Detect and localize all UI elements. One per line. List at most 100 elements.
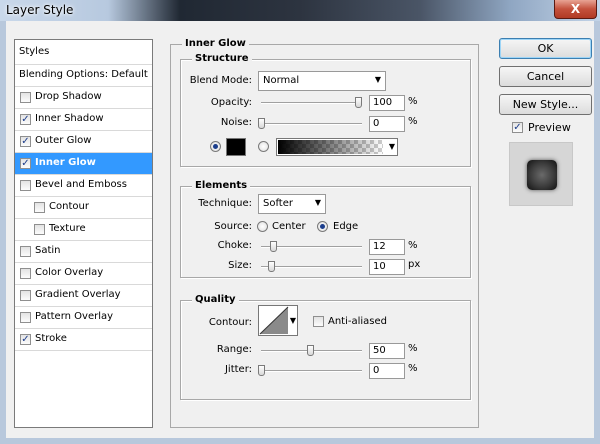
style-item-label: Inner Shadow: [35, 113, 104, 124]
style-checkbox[interactable]: ✓: [20, 334, 31, 345]
contour-curve-icon: [259, 306, 289, 335]
jitter-input[interactable]: 0: [369, 363, 405, 379]
style-checkbox[interactable]: [34, 224, 45, 235]
anti-aliased-checkbox[interactable]: [313, 316, 324, 327]
style-item-label: Bevel and Emboss: [35, 179, 127, 190]
color-radio[interactable]: [210, 141, 221, 152]
choke-slider-thumb[interactable]: [270, 241, 277, 252]
jitter-unit: %: [408, 363, 418, 374]
noise-slider-thumb[interactable]: [258, 118, 265, 129]
dialog-body: Styles Blending Options: Default Drop Sh…: [6, 21, 594, 438]
style-item-drop-shadow[interactable]: Drop Shadow: [15, 87, 152, 109]
opacity-slider-thumb[interactable]: [355, 97, 362, 108]
styles-list: Styles Blending Options: Default Drop Sh…: [14, 39, 153, 428]
blend-mode-select[interactable]: Normal ▼: [258, 71, 386, 91]
range-input[interactable]: 50: [369, 343, 405, 359]
style-item-gradient-overlay[interactable]: Gradient Overlay: [15, 285, 152, 307]
source-edge-label[interactable]: Edge: [333, 221, 358, 232]
preview-label[interactable]: Preview: [528, 121, 571, 134]
jitter-slider-thumb[interactable]: [258, 365, 265, 376]
style-checkbox[interactable]: ✓: [20, 158, 31, 169]
size-label: Size:: [228, 260, 252, 271]
gradient-radio[interactable]: [258, 141, 269, 152]
blending-options-item[interactable]: Blending Options: Default: [15, 65, 152, 87]
blend-mode-label: Blend Mode:: [189, 75, 252, 86]
jitter-slider-track[interactable]: [261, 370, 362, 372]
panel-title: Inner Glow: [182, 38, 249, 49]
noise-label: Noise:: [220, 117, 252, 128]
style-checkbox[interactable]: ✓: [20, 114, 31, 125]
technique-label: Technique:: [198, 198, 252, 209]
gradient-picker[interactable]: ▼: [276, 138, 398, 156]
style-checkbox[interactable]: [20, 92, 31, 103]
style-checkbox[interactable]: [20, 246, 31, 257]
choke-input[interactable]: 12: [369, 239, 405, 255]
size-slider-thumb[interactable]: [268, 261, 275, 272]
noise-unit: %: [408, 116, 418, 127]
style-checkbox[interactable]: ✓: [20, 136, 31, 147]
close-button[interactable]: X: [554, 0, 597, 19]
chevron-down-icon: ▼: [388, 142, 395, 151]
style-checkbox[interactable]: [20, 180, 31, 191]
quality-title: Quality: [192, 294, 239, 305]
preview-checkbox[interactable]: ✓: [512, 122, 523, 133]
opacity-unit: %: [408, 96, 418, 107]
style-checkbox[interactable]: [20, 268, 31, 279]
style-item-label: Color Overlay: [35, 267, 104, 278]
choke-label: Choke:: [217, 240, 252, 251]
source-center-label[interactable]: Center: [272, 221, 306, 232]
preview-thumbnail: [509, 142, 573, 206]
elements-title: Elements: [192, 180, 251, 191]
source-edge-radio[interactable]: [317, 221, 328, 232]
style-item-outer-glow[interactable]: ✓ Outer Glow: [15, 131, 152, 153]
opacity-input[interactable]: 100: [369, 95, 405, 111]
anti-aliased-label[interactable]: Anti-aliased: [328, 316, 387, 327]
contour-picker[interactable]: ▼: [258, 305, 298, 336]
style-item-inner-shadow[interactable]: ✓ Inner Shadow: [15, 109, 152, 131]
style-item-label: Gradient Overlay: [35, 289, 121, 300]
source-center-radio[interactable]: [257, 221, 268, 232]
style-item-label: Pattern Overlay: [35, 311, 114, 322]
glow-color-swatch[interactable]: [226, 138, 246, 156]
style-checkbox[interactable]: [20, 290, 31, 301]
size-unit: px: [408, 259, 421, 270]
gradient-preview: [278, 140, 383, 154]
choke-unit: %: [408, 240, 418, 251]
jitter-label: Jitter:: [224, 364, 252, 375]
title-bar[interactable]: Layer Style X: [0, 0, 600, 21]
window-title: Layer Style: [6, 3, 74, 17]
style-item-texture[interactable]: Texture: [15, 219, 152, 241]
style-item-pattern-overlay[interactable]: Pattern Overlay: [15, 307, 152, 329]
style-checkbox[interactable]: [20, 312, 31, 323]
chevron-down-icon: ▼: [374, 75, 381, 84]
style-item-label: Contour: [49, 201, 89, 212]
blend-mode-value: Normal: [263, 75, 300, 86]
style-item-label: Stroke: [35, 333, 67, 344]
cancel-button[interactable]: Cancel: [499, 66, 592, 87]
contour-label: Contour:: [208, 317, 252, 328]
style-item-label: Satin: [35, 245, 61, 256]
noise-input[interactable]: 0: [369, 116, 405, 132]
style-item-label: Inner Glow: [35, 157, 96, 168]
technique-select[interactable]: Softer ▼: [258, 194, 326, 214]
ok-button[interactable]: OK: [499, 38, 592, 59]
style-item-contour[interactable]: Contour: [15, 197, 152, 219]
technique-value: Softer: [263, 198, 293, 209]
style-item-bevel-and-emboss[interactable]: Bevel and Emboss: [15, 175, 152, 197]
style-item-label: Drop Shadow: [35, 91, 102, 102]
opacity-slider-track[interactable]: [261, 102, 362, 104]
style-item-inner-glow[interactable]: ✓ Inner Glow: [15, 153, 152, 175]
style-item-stroke[interactable]: ✓ Stroke: [15, 329, 152, 351]
noise-slider-track[interactable]: [261, 123, 362, 125]
style-item-satin[interactable]: Satin: [15, 241, 152, 263]
styles-header[interactable]: Styles: [15, 40, 152, 65]
style-item-label: Outer Glow: [35, 135, 92, 146]
size-slider-track[interactable]: [261, 266, 362, 268]
range-slider-thumb[interactable]: [307, 345, 314, 356]
style-item-color-overlay[interactable]: Color Overlay: [15, 263, 152, 285]
new-style-button[interactable]: New Style...: [499, 94, 592, 115]
style-item-label: Texture: [49, 223, 86, 234]
opacity-label: Opacity:: [210, 97, 252, 108]
style-checkbox[interactable]: [34, 202, 45, 213]
size-input[interactable]: 10: [369, 259, 405, 275]
